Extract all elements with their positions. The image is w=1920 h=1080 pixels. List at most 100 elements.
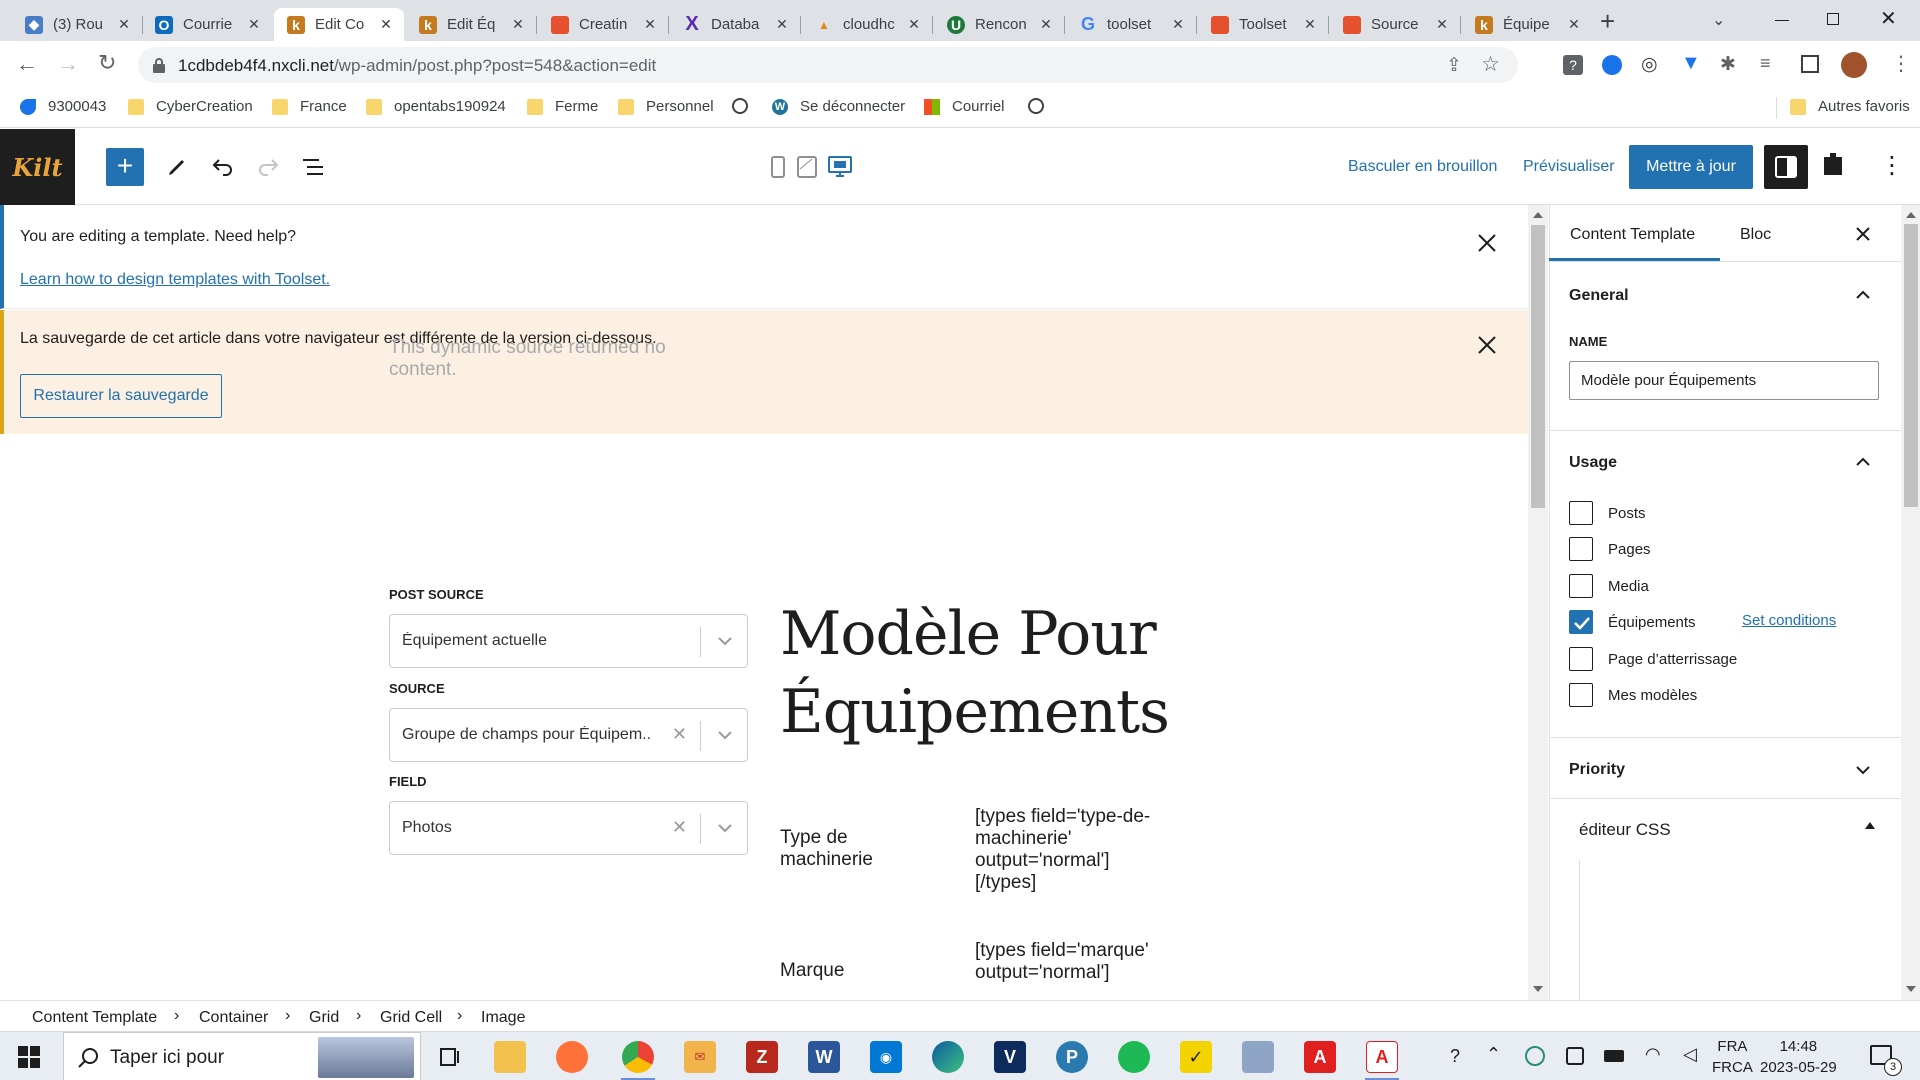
mail-app-icon[interactable]: ✉ [684,1041,716,1073]
acrobat-icon[interactable]: A [1304,1041,1336,1073]
bookmark-item[interactable] [1028,98,1056,114]
tab-close-icon[interactable]: ✕ [1038,16,1054,33]
template-help-link[interactable]: Learn how to design templates with Tools… [20,271,330,289]
browser-tab[interactable]: X Databa ✕ [670,8,800,41]
usage-option-pages[interactable]: Pages [1569,537,1651,561]
tab-close-icon[interactable]: ✕ [1170,16,1186,33]
tray-chevron-up-icon[interactable]: ⌃ [1486,1044,1501,1065]
breadcrumb-item[interactable]: Container [199,1009,268,1027]
general-panel-title[interactable]: General [1569,287,1629,305]
browser-tab[interactable]: Toolset ✕ [1198,8,1328,41]
bookmark-item[interactable]: W Se déconnecter [772,98,905,115]
sidebar-scroll-thumb[interactable] [1904,224,1918,507]
tab-search-chevron-icon[interactable]: ⌄ [1712,10,1725,30]
chevron-up-icon[interactable] [1855,287,1871,303]
tab-block[interactable]: Bloc [1740,226,1771,244]
breadcrumb-item[interactable]: Grid Cell [380,1009,442,1027]
bookmark-folder[interactable]: opentabs190924 [366,98,506,115]
css-editor-title[interactable]: éditeur CSS [1579,820,1671,840]
field-name[interactable]: Type de machinerie [780,827,910,871]
breadcrumb-item[interactable]: Image [481,1009,525,1027]
browser-tab[interactable]: G toolset ✕ [1066,8,1196,41]
site-logo[interactable]: Kilt [0,129,75,205]
bookmark-item[interactable] [732,98,760,114]
task-view-icon[interactable] [438,1046,462,1068]
minimize-icon[interactable] [1775,20,1789,21]
python-icon[interactable]: P [1056,1041,1088,1073]
bookmark-folder[interactable]: France [272,98,347,115]
tab-content-template[interactable]: Content Template [1570,226,1695,244]
firefox-icon[interactable] [556,1041,588,1073]
tab-close-icon[interactable]: ✕ [1302,16,1318,33]
close-sidebar-icon[interactable] [1856,227,1870,241]
reload-icon[interactable]: ↻ [98,50,116,76]
css-editor-area[interactable] [1579,860,1879,1000]
bookmark-star-icon[interactable]: ☆ [1481,52,1500,77]
bookmark-item[interactable]: 9300043 [20,98,106,115]
tab-close-icon[interactable]: ✕ [246,16,262,33]
switch-to-draft-link[interactable]: Basculer en brouillon [1348,158,1497,176]
breadcrumb-item[interactable]: Grid [309,1009,339,1027]
priority-panel-title[interactable]: Priority [1569,761,1625,779]
browser-tab[interactable]: ◆ (3) Rou ✕ [12,8,142,41]
source-select[interactable]: Groupe de champs pour Équipem... ✕ [389,708,748,762]
extension-v-icon[interactable]: ▼ [1681,52,1701,75]
restore-backup-button[interactable]: Restaurer la sauvegarde [20,374,222,418]
profile-avatar[interactable] [1841,52,1867,78]
field-shortcode[interactable]: [types field='marque' output='normal'] [975,940,1155,1000]
checkbox[interactable] [1569,683,1593,707]
update-button[interactable]: Mettre à jour [1629,145,1753,189]
chevron-down-icon[interactable] [1855,762,1871,778]
checkbox-checked[interactable] [1569,610,1593,634]
toolset-icon[interactable] [1822,151,1844,177]
browser-tab-active[interactable]: k Edit Co ✕ [274,8,404,41]
close-window-icon[interactable]: ✕ [1880,6,1897,31]
extensions-puzzle-icon[interactable]: ✱ [1720,53,1736,76]
checkmark-app-icon[interactable]: ✓ [1180,1041,1212,1073]
undo-icon[interactable] [211,156,235,178]
post-source-select[interactable]: Équipement actuelle [389,614,748,668]
help-tray-icon[interactable]: ? [1450,1046,1460,1067]
tab-close-icon[interactable]: ✕ [1434,16,1450,33]
close-icon[interactable] [1476,232,1498,254]
clear-icon[interactable]: ✕ [672,817,687,838]
field-name[interactable]: Marque [780,960,844,982]
checkbox[interactable] [1569,574,1593,598]
chrome-icon[interactable] [622,1041,654,1073]
clear-icon[interactable]: ✕ [672,724,687,745]
bookmark-folder[interactable]: CyberCreation [128,98,253,115]
system-clock[interactable]: 14:48 2023-05-29 [1760,1036,1837,1078]
extension-help-icon[interactable]: ? [1563,55,1583,75]
image-viewer-icon[interactable] [1242,1041,1274,1073]
checkbox[interactable] [1569,501,1593,525]
address-bar[interactable]: 1cdbdeb4f4.nxcli.net/wp-admin/post.php?p… [138,47,1518,83]
browser-tab[interactable]: ▲ cloudhc ✕ [802,8,932,41]
browser-tab[interactable]: Creatin ✕ [538,8,668,41]
tab-close-icon[interactable]: ✕ [1566,16,1582,33]
desktop-preview-icon[interactable] [828,156,852,178]
tab-close-icon[interactable]: ✕ [510,16,526,33]
chevron-up-icon[interactable] [1855,454,1871,470]
tab-close-icon[interactable]: ✕ [906,16,922,33]
word-icon[interactable]: W [808,1041,840,1073]
template-name-input[interactable] [1569,361,1879,400]
wifi-icon[interactable]: ◠ [1645,1044,1661,1065]
spotify-icon[interactable] [1118,1041,1150,1073]
reading-list-icon[interactable]: ≡ [1760,53,1771,74]
bookmark-folder[interactable]: Personnel [618,98,714,115]
field-shortcode[interactable]: [types field='type-de-machinerie' output… [975,806,1155,894]
tab-close-icon[interactable]: ✕ [378,16,394,33]
other-bookmarks[interactable]: Autres favoris [1790,98,1910,115]
tablet-preview-icon[interactable] [797,156,817,178]
browser-tab[interactable]: Source ✕ [1330,8,1460,41]
back-icon[interactable]: ← [16,51,38,77]
mobile-preview-icon[interactable] [771,156,785,178]
usage-option-my-templates[interactable]: Mes modèles [1569,683,1697,707]
settings-toggle-button[interactable] [1764,145,1808,189]
usage-option-posts[interactable]: Posts [1569,501,1646,525]
camera-icon[interactable]: ◉ [870,1041,902,1073]
browser-menu-icon[interactable]: ⋮ [1891,51,1911,76]
field-select[interactable]: Photos ✕ [389,801,748,855]
taskbar-search-box[interactable]: Taper ici pour [63,1032,421,1080]
lock-icon[interactable] [152,57,166,73]
